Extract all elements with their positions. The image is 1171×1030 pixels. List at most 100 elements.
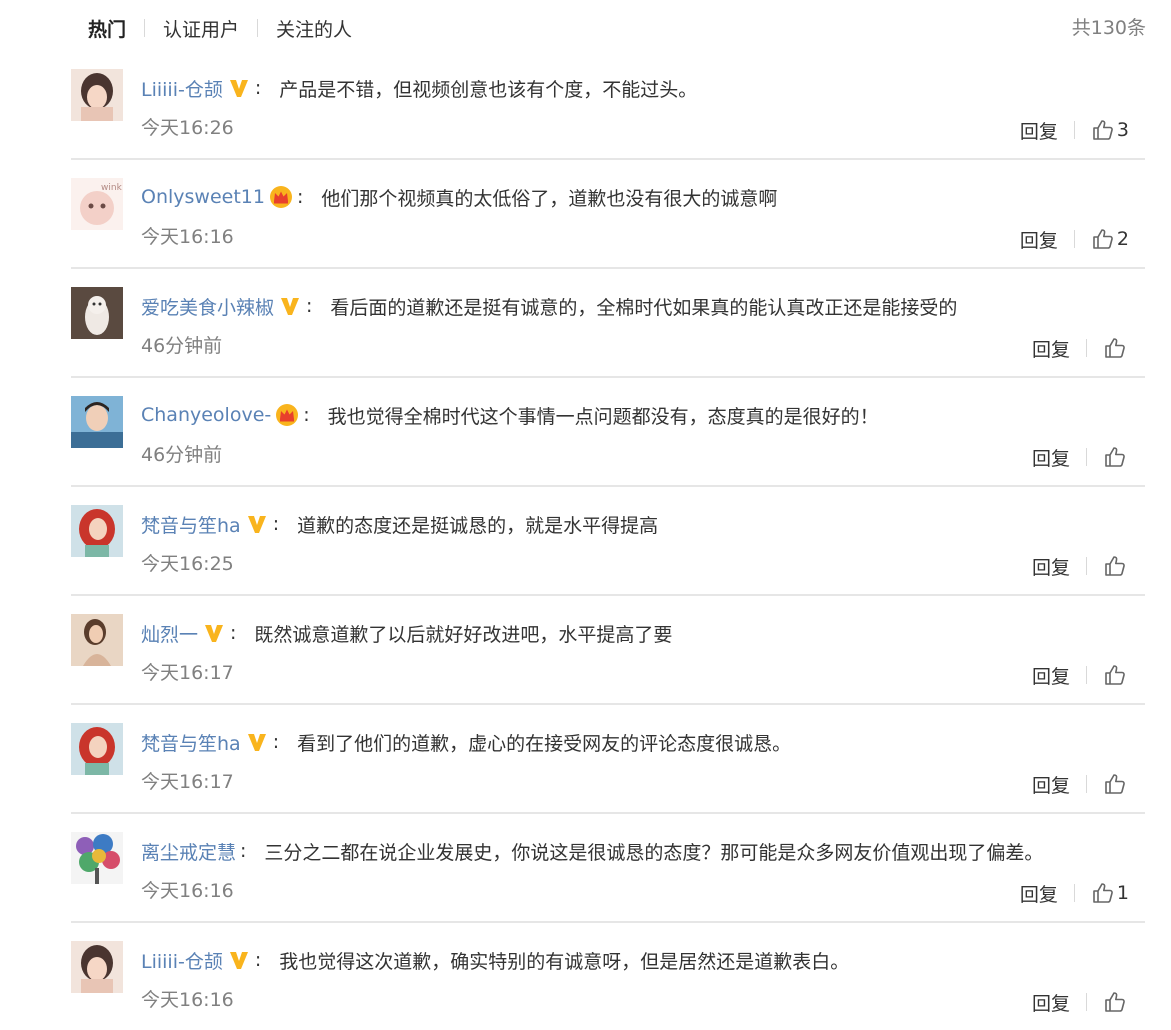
action-divider xyxy=(1073,121,1075,139)
tab-following[interactable]: 关注的人 xyxy=(276,15,352,42)
thumbs-up-icon xyxy=(1093,229,1113,249)
username[interactable]: 灿烈一 xyxy=(141,620,198,647)
comment-time: 46分钟前 xyxy=(141,335,223,357)
comment-text: 看后面的道歉还是挺有诚意的，全棉时代如果真的能认真改正还是能接受的 xyxy=(330,296,958,319)
avatar[interactable] xyxy=(71,505,123,557)
avatar[interactable] xyxy=(71,941,123,993)
like-button[interactable]: 3 xyxy=(1091,118,1129,142)
action-divider xyxy=(1073,884,1075,902)
comment-tabs: 热门 认证用户 关注的人 xyxy=(88,14,352,42)
comment-text: 产品是不错，但视频创意也该有个度，不能过头。 xyxy=(279,78,698,101)
action-divider xyxy=(1086,448,1087,466)
avatar[interactable] xyxy=(71,723,123,775)
avatar[interactable] xyxy=(71,396,123,448)
comment-time: 今天16:25 xyxy=(141,553,234,575)
comment-text: 他们那个视频真的太低俗了，道歉也没有很大的诚意啊 xyxy=(321,187,778,210)
thumbs-up-icon xyxy=(1105,665,1125,685)
crown-icon xyxy=(269,186,292,208)
comment-text: 我也觉得这次道歉，确实特别的有诚意呀，但是居然还是道歉表白。 xyxy=(279,950,850,973)
username[interactable]: Liiiii-仓颉 xyxy=(141,75,223,102)
like-count: 1 xyxy=(1116,882,1129,904)
tab-verified-users[interactable]: 认证用户 xyxy=(163,15,239,42)
action-divider xyxy=(1086,775,1087,793)
reply-button[interactable]: 回复 xyxy=(1032,771,1070,798)
comment-time: 46分钟前 xyxy=(141,444,223,466)
like-button[interactable]: 2 xyxy=(1091,227,1129,251)
comment-text: 三分之二都在说企业发展史，你说这是很诚恳的态度？那可能是众多网友价值观出现了偏差… xyxy=(264,841,1044,864)
vip-v-icon xyxy=(247,734,266,751)
svg-text:wink: wink xyxy=(101,183,123,193)
like-button[interactable] xyxy=(1103,663,1129,687)
thumbs-up-icon xyxy=(1105,992,1125,1012)
reply-button[interactable]: 回复 xyxy=(1032,335,1070,362)
comment-item: Chanyeolove- : 我也觉得全棉时代这个事情一点问题都没有，态度真的是… xyxy=(71,378,1145,487)
username[interactable]: 离尘戒定慧 xyxy=(141,838,236,865)
comment-item: 离尘戒定慧 : 三分之二都在说企业发展史，你说这是很诚恳的态度？那可能是众多网友… xyxy=(71,814,1145,923)
reply-button[interactable]: 回复 xyxy=(1032,662,1070,689)
comment-time: 今天16:26 xyxy=(141,117,234,139)
comment-time: 今天16:17 xyxy=(141,662,234,684)
thumbs-up-icon xyxy=(1105,447,1125,467)
comment-time: 今天16:16 xyxy=(141,226,234,248)
comment-item: Liiiii-仓颉 : 我也觉得这次道歉，确实特别的有诚意呀，但是居然还是道歉表… xyxy=(71,923,1145,1030)
reply-button[interactable]: 回复 xyxy=(1020,226,1058,253)
like-button[interactable] xyxy=(1103,772,1129,796)
tab-divider xyxy=(144,19,146,37)
action-divider xyxy=(1073,230,1075,248)
thumbs-up-icon xyxy=(1093,883,1113,903)
avatar[interactable]: wink xyxy=(71,178,123,230)
comment-item: wink Onlysweet11 : 他们那个视频真的太低俗了，道歉也没有很大的… xyxy=(71,160,1145,269)
comment-item: Liiiii-仓颉 : 产品是不错，但视频创意也该有个度，不能过头。 今天16:… xyxy=(71,51,1145,160)
like-button[interactable] xyxy=(1103,336,1129,360)
vip-v-icon xyxy=(281,298,300,315)
comment-text: 看到了他们的道歉，虚心的在接受网友的评论态度很诚恳。 xyxy=(297,732,792,755)
comment-text: 道歉的态度还是挺诚恳的，就是水平得提高 xyxy=(297,514,659,537)
thumbs-up-icon xyxy=(1105,774,1125,794)
comment-time: 今天16:17 xyxy=(141,771,234,793)
reply-button[interactable]: 回复 xyxy=(1032,553,1070,580)
comment-item: 梵音与笙ha : 道歉的态度还是挺诚恳的，就是水平得提高 今天16:25 回复 xyxy=(71,487,1145,596)
username[interactable]: 梵音与笙ha xyxy=(141,511,241,538)
reply-button[interactable]: 回复 xyxy=(1032,989,1070,1016)
like-count: 2 xyxy=(1116,228,1129,250)
tab-divider xyxy=(257,19,259,37)
avatar[interactable] xyxy=(71,614,123,666)
like-button[interactable] xyxy=(1103,554,1129,578)
like-count: 3 xyxy=(1116,119,1129,141)
comment-item: 爱吃美食小辣椒 : 看后面的道歉还是挺有诚意的，全棉时代如果真的能认真改正还是能… xyxy=(71,269,1145,378)
vip-v-icon xyxy=(229,80,248,97)
comment-time: 今天16:16 xyxy=(141,880,234,902)
comment-text: 我也觉得全棉时代这个事情一点问题都没有，态度真的是很好的！ xyxy=(327,405,879,428)
action-divider xyxy=(1086,666,1087,684)
reply-button[interactable]: 回复 xyxy=(1020,117,1058,144)
username[interactable]: 梵音与笙ha xyxy=(141,729,241,756)
thumbs-up-icon xyxy=(1105,338,1125,358)
comment-list: Liiiii-仓颉 : 产品是不错，但视频创意也该有个度，不能过头。 今天16:… xyxy=(71,51,1145,1030)
avatar[interactable] xyxy=(71,832,123,884)
thumbs-up-icon xyxy=(1093,120,1113,140)
comment-item: 梵音与笙ha : 看到了他们的道歉，虚心的在接受网友的评论态度很诚恳。 今天16… xyxy=(71,705,1145,814)
vip-v-icon xyxy=(229,952,248,969)
action-divider xyxy=(1086,557,1087,575)
vip-v-icon xyxy=(247,516,266,533)
action-divider xyxy=(1086,339,1087,357)
action-divider xyxy=(1086,993,1087,1011)
username[interactable]: Onlysweet11 xyxy=(141,186,265,208)
vip-v-icon xyxy=(205,625,224,642)
username[interactable]: Chanyeolove- xyxy=(141,404,271,426)
like-button[interactable] xyxy=(1103,990,1129,1014)
comment-item: 灿烈一 : 既然诚意道歉了以后就好好改进吧，水平提高了要 今天16:17 回复 xyxy=(71,596,1145,705)
like-button[interactable] xyxy=(1103,445,1129,469)
comment-total-count: 共130条 xyxy=(1071,17,1146,39)
like-button[interactable]: 1 xyxy=(1091,881,1129,905)
username[interactable]: Liiiii-仓颉 xyxy=(141,947,223,974)
username[interactable]: 爱吃美食小辣椒 xyxy=(141,293,274,320)
comment-text: 既然诚意道歉了以后就好好改进吧，水平提高了要 xyxy=(254,623,673,646)
avatar[interactable] xyxy=(71,69,123,121)
comment-time: 今天16:16 xyxy=(141,989,234,1011)
crown-icon xyxy=(276,404,299,426)
reply-button[interactable]: 回复 xyxy=(1032,444,1070,471)
reply-button[interactable]: 回复 xyxy=(1020,880,1058,907)
tab-hot[interactable]: 热门 xyxy=(88,15,126,42)
avatar[interactable] xyxy=(71,287,123,339)
